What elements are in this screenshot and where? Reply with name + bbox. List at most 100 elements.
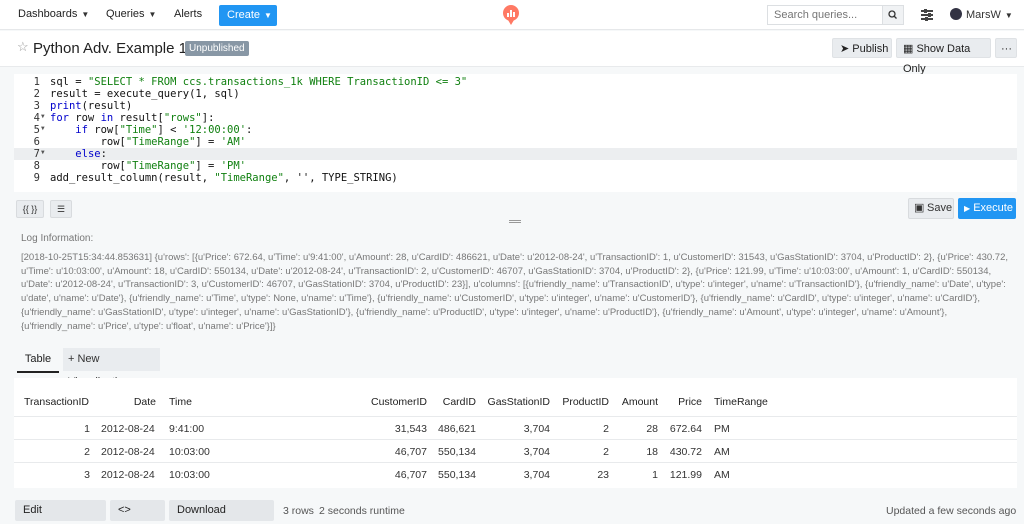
code-line: 6 row["TimeRange"] = 'AM'	[14, 136, 1017, 148]
code-text: else:	[75, 148, 107, 160]
star-icon[interactable]: ☆	[17, 39, 29, 55]
code-text: print(result)	[50, 100, 133, 112]
table-cell: 672.64	[669, 423, 702, 435]
table-cell: AM	[714, 469, 730, 481]
table-cell: 9:41:00	[169, 423, 205, 435]
column-header[interactable]: Price	[664, 396, 702, 408]
search-button[interactable]	[882, 5, 904, 25]
table-cell: 2012-08-24	[101, 423, 155, 435]
code-line: 2 result = execute_query(1, sql)	[14, 88, 1017, 100]
logo-bar	[510, 10, 512, 17]
search-icon	[888, 10, 897, 19]
line-number: 8	[33, 160, 40, 172]
table-cell: 18	[646, 446, 658, 458]
code-text: add_result_column(result, "TimeRange", '…	[50, 172, 398, 184]
create-button-label: Create	[227, 9, 261, 21]
more-options-button[interactable]: ···	[995, 38, 1017, 58]
avatar	[950, 8, 962, 20]
nav-queries[interactable]: Queries ▼	[106, 8, 156, 20]
save-button[interactable]: ▣ Save	[908, 198, 954, 219]
chevron-down-icon: ▼	[148, 10, 157, 19]
format-query-button[interactable]: ☰	[50, 200, 72, 218]
line-number: 4	[33, 112, 40, 124]
table-cell: 28	[646, 423, 658, 435]
user-name: MarsW	[966, 9, 1001, 21]
table-cell: 121.99	[669, 469, 702, 481]
code-line: 3 print(result)	[14, 100, 1017, 112]
line-number: 7	[33, 148, 40, 160]
indent-icon: ☰	[56, 204, 66, 214]
line-number: 3	[33, 100, 40, 112]
user-menu[interactable]: MarsW ▼	[950, 8, 1013, 21]
page-title[interactable]: Python Adv. Example 1	[33, 40, 187, 57]
publish-button[interactable]: ➤ Publish	[832, 38, 892, 58]
nav-dashboards-label: Dashboards	[18, 8, 78, 20]
fold-arrow-icon[interactable]: ▼	[41, 111, 45, 123]
code-line: 4 ▼ for row in result["rows"]:	[14, 112, 1017, 124]
line-number: 9	[33, 172, 40, 184]
table-cell: 3,704	[523, 423, 550, 435]
search-input[interactable]	[767, 5, 883, 25]
column-header[interactable]: Amount	[614, 396, 658, 408]
show-data-only-button[interactable]: ▦ Show Data Only	[896, 38, 991, 75]
embed-button[interactable]: <> Embed	[110, 500, 165, 521]
table-cell: 486,621	[438, 423, 476, 435]
table-cell: 3	[84, 469, 90, 481]
new-visualization-button[interactable]: + New Visualization	[63, 348, 160, 388]
create-button[interactable]: Create ▼	[219, 5, 277, 26]
table-cell: 23	[597, 469, 609, 481]
chevron-down-icon: ▼	[81, 10, 90, 19]
column-header[interactable]: TimeRange	[714, 396, 768, 408]
logo-bar	[513, 12, 515, 17]
table-cell: PM	[714, 423, 730, 435]
chevron-down-icon: ▼	[1004, 11, 1013, 20]
column-header[interactable]: CardID	[434, 396, 476, 408]
nav-queries-label: Queries	[106, 8, 145, 20]
table-cell: 3,704	[523, 446, 550, 458]
slider-knob	[925, 17, 928, 21]
execute-button[interactable]: ▶ Execute	[958, 198, 1016, 219]
nav-alerts[interactable]: Alerts	[174, 8, 202, 20]
code-editor[interactable]: 1 sql = "SELECT * FROM ccs.transactions_1…	[14, 74, 1017, 192]
column-header[interactable]: TransactionID	[24, 396, 89, 408]
runtime-text: 2 seconds runtime	[319, 505, 405, 517]
tab-table[interactable]: Table	[17, 348, 59, 371]
query-title-bar: ☆ Python Adv. Example 1 Unpublished ➤ Pu…	[0, 31, 1024, 75]
redash-logo-icon[interactable]	[503, 5, 519, 25]
code-line: 1 sql = "SELECT * FROM ccs.transactions_1…	[14, 76, 1017, 88]
download-dataset-button[interactable]: Download Dataset▲	[169, 500, 274, 521]
fold-arrow-icon[interactable]: ▼	[41, 147, 45, 159]
code-line: 8 row["TimeRange"] = 'PM'	[14, 160, 1017, 172]
table-cell: 2	[84, 446, 90, 458]
nav-dashboards[interactable]: Dashboards ▼	[18, 8, 89, 20]
code-text: for row in result["rows"]:	[50, 112, 215, 124]
code-text: row["TimeRange"] = 'AM'	[50, 136, 246, 148]
table-cell: 2012-08-24	[101, 469, 155, 481]
slider-line	[921, 10, 933, 12]
line-number: 6	[33, 136, 40, 148]
column-header[interactable]: GasStationID	[480, 396, 550, 408]
status-badge: Unpublished	[185, 41, 249, 56]
resize-handle[interactable]	[509, 220, 521, 223]
code-text: if row["Time"] < '12:00:00':	[75, 124, 253, 136]
table-cell: 3,704	[523, 469, 550, 481]
top-navbar: Dashboards▼ Queries▼ Alerts Create▼ Mars…	[0, 0, 1024, 30]
line-number: 2	[33, 88, 40, 100]
add-parameter-button[interactable]: {{ }}	[16, 200, 44, 218]
column-header[interactable]: Time	[169, 396, 192, 408]
updated-timestamp: Updated a few seconds ago	[886, 505, 1017, 517]
active-tab-indicator	[17, 371, 59, 373]
edit-visualization-button[interactable]: Edit Visualization	[15, 500, 106, 521]
row-count: 3 rows	[283, 505, 314, 517]
code-line-active: 7 ▼ else:	[14, 148, 1017, 160]
table-cell: 430.72	[669, 446, 702, 458]
column-header[interactable]: CustomerID	[354, 396, 427, 408]
table-cell: 2	[603, 446, 609, 458]
paper-plane-icon: ➤	[840, 43, 850, 55]
fold-arrow-icon[interactable]: ▼	[41, 123, 45, 135]
column-header[interactable]: ProductID	[557, 396, 609, 408]
download-dataset-label: Download Dataset	[177, 504, 226, 516]
column-header[interactable]: Date	[114, 396, 156, 408]
settings-sliders-icon[interactable]	[921, 9, 933, 21]
execute-label: Execute	[973, 202, 1013, 214]
